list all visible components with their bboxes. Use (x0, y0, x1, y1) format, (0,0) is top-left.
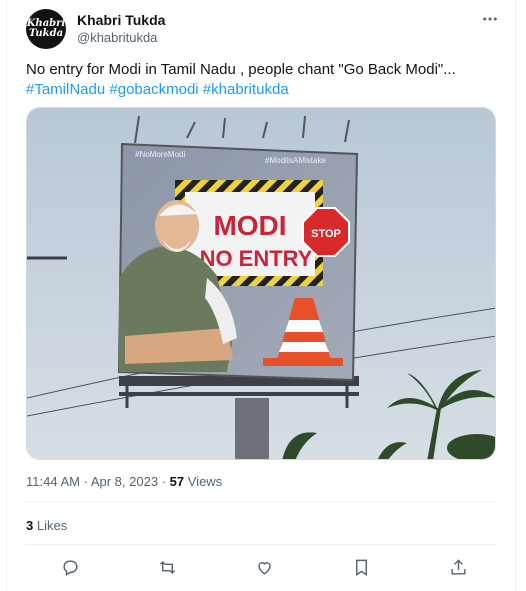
retweet-icon[interactable] (156, 556, 178, 578)
hashtag-link[interactable]: #TamilNadu (26, 81, 105, 98)
billboard-hashtag-right: #ModiIsAMistake (265, 156, 326, 165)
likes-count: 3 (26, 518, 34, 533)
divider (26, 544, 498, 545)
avatar[interactable]: Khabri Tukda (26, 9, 66, 49)
bookmark-icon[interactable] (350, 556, 372, 578)
tweet-date[interactable]: Apr 8, 2023 (91, 474, 158, 489)
like-icon[interactable] (253, 556, 275, 578)
hashtag-link[interactable]: #khabritukda (203, 81, 289, 98)
tweet-card: Khabri Tukda Khabri Tukda @khabritukda N… (6, 0, 516, 591)
stop-label: STOP (311, 228, 341, 240)
reply-icon[interactable] (59, 556, 81, 578)
sign-line-1: MODI (213, 210, 286, 241)
divider (26, 501, 498, 502)
action-bar (59, 556, 469, 578)
views-count: 57 (169, 474, 185, 489)
tweet-image[interactable]: #NoMoreModi #ModiIsAMistake MODI NO ENTR… (26, 107, 496, 460)
hashtag-link[interactable]: #gobackmodi (109, 81, 198, 98)
tweet-time[interactable]: 11:44 AM (26, 474, 80, 489)
author-display-name[interactable]: Khabri Tukda (77, 12, 165, 28)
avatar-text-bottom: Tukda (28, 28, 64, 39)
tweet-text: No entry for Modi in Tamil Nadu , people… (26, 60, 501, 100)
meta-separator: · (161, 474, 167, 489)
tweet-body: No entry for Modi in Tamil Nadu , people… (26, 61, 456, 78)
author-handle[interactable]: @khabritukda (77, 30, 157, 45)
sign-line-2: NO ENTRY (200, 246, 313, 271)
meta-separator: · (83, 474, 88, 489)
tweet-hashtags: #TamilNadu #gobackmodi #khabritukda (26, 80, 501, 100)
more-icon[interactable] (479, 8, 501, 30)
views-label: Views (187, 474, 223, 489)
likes-stat[interactable]: 3 Likes (26, 518, 67, 533)
billboard-hashtag-left: #NoMoreModi (135, 150, 185, 159)
likes-label: Likes (36, 518, 68, 533)
tweet-meta: 11:44 AM · Apr 8, 2023 · 57 Views (26, 474, 222, 489)
share-icon[interactable] (447, 556, 469, 578)
